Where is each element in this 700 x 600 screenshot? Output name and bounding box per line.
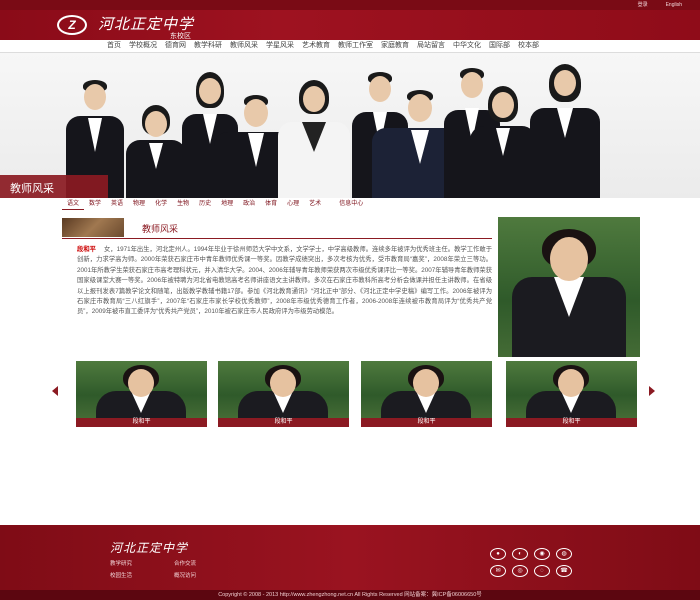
teacher-bio-text: 女，1971年出生，河北定州人。1994年毕业于徐州师范大学中文系，文学学士，中…	[77, 246, 492, 316]
phone-icon[interactable]: ☎	[556, 565, 572, 577]
school-logo[interactable]: Z	[57, 15, 87, 35]
logo-mark: Z	[68, 18, 76, 32]
gallery-photo	[361, 361, 492, 418]
english-link[interactable]: English	[666, 0, 682, 10]
tab-chinese[interactable]: 语文	[62, 199, 85, 210]
gallery-caption: 段和平	[76, 418, 207, 427]
gallery-photo	[506, 361, 637, 418]
nav-item-students[interactable]: 学星风采	[262, 40, 298, 52]
footer-links: 教学研究 合作交流 校园生活 概况访问	[110, 559, 238, 579]
tab-psychology[interactable]: 心理	[282, 199, 304, 210]
teacher-portrait	[498, 217, 640, 357]
nav-item-home[interactable]: 首页	[103, 40, 125, 52]
nav-item-main-campus[interactable]: 校本部	[514, 40, 543, 52]
nav-item-message[interactable]: 局站留言	[413, 40, 449, 52]
nav-item-overview[interactable]: 学校概况	[125, 40, 161, 52]
teachers-banner: 教师风采	[0, 53, 700, 198]
subject-tabs: 语文 数学 英语 物理 化学 生物 历史 地理 政治 体育 心理 艺术 信息中心	[62, 199, 622, 210]
rss-icon[interactable]: ◌	[534, 565, 550, 577]
weibo-alt-icon[interactable]: ◍	[556, 548, 572, 560]
banner-title: 教师风采	[0, 175, 108, 198]
gallery-item[interactable]: 段和平	[506, 361, 637, 427]
wechat-icon[interactable]: ◐	[512, 548, 528, 560]
gallery-item[interactable]: 段和平	[361, 361, 492, 427]
teacher-bio: 段和平 女，1971年出生，河北定州人。1994年毕业于徐州师范大学中文系，文学学…	[77, 245, 492, 318]
nav-item-research[interactable]: 教学科研	[190, 40, 226, 52]
footer-link-campus-life[interactable]: 校园生活	[110, 571, 174, 579]
teacher-name[interactable]: 段和平	[77, 246, 96, 253]
section-header: 教师风采	[62, 216, 492, 239]
footer-link-cooperation[interactable]: 合作交流	[174, 559, 238, 567]
tab-history[interactable]: 历史	[194, 199, 216, 210]
nav-item-international[interactable]: 国际部	[485, 40, 514, 52]
footer-logo: 河北正定中学	[110, 541, 189, 555]
banner-teacher	[126, 103, 186, 198]
gallery-photo	[76, 361, 207, 418]
main-nav: 首页 学校概况 德育网 教学科研 教师风采 学星风采 艺术教育 教师工作室 家庭…	[0, 40, 700, 53]
tab-info-center[interactable]: 信息中心	[334, 199, 368, 210]
nav-item-teachers[interactable]: 教师风采	[226, 40, 262, 52]
tab-biology[interactable]: 生物	[172, 199, 194, 210]
footer-link-visit[interactable]: 概况访问	[174, 571, 238, 579]
copyright-bar: Copyright © 2008 - 2013 http://www.zheng…	[0, 590, 700, 600]
share-icon[interactable]: ◎	[512, 565, 528, 577]
nav-item-art[interactable]: 艺术教育	[298, 40, 334, 52]
gallery-item[interactable]: 段和平	[218, 361, 349, 427]
login-link[interactable]: 登录	[638, 0, 648, 10]
gallery-prev-arrow[interactable]	[52, 386, 58, 396]
tab-physics[interactable]: 物理	[128, 199, 150, 210]
banner-teacher	[530, 64, 600, 198]
mail-icon[interactable]: ✉	[490, 565, 506, 577]
top-links: 登录 English	[638, 0, 682, 10]
tab-english[interactable]: 英语	[106, 199, 128, 210]
section-title: 教师风采	[142, 224, 179, 234]
gallery-caption: 段和平	[506, 418, 637, 427]
gallery-next-arrow[interactable]	[649, 386, 655, 396]
nav-item-family[interactable]: 家庭教育	[377, 40, 413, 52]
gallery-caption: 段和平	[218, 418, 349, 427]
section-header-image	[62, 218, 124, 237]
tab-math[interactable]: 数学	[84, 199, 106, 210]
gallery-caption: 段和平	[361, 418, 492, 427]
footer-link-research[interactable]: 教学研究	[110, 559, 174, 567]
tab-politics[interactable]: 政治	[238, 199, 260, 210]
banner-teacher	[278, 80, 350, 198]
tab-pe[interactable]: 体育	[260, 199, 282, 210]
nav-item-moral[interactable]: 德育网	[161, 40, 190, 52]
gallery-photo	[218, 361, 349, 418]
banner-teacher	[470, 86, 536, 198]
qq-icon[interactable]: ◉	[534, 548, 550, 560]
nav-item-studio[interactable]: 教师工作室	[334, 40, 377, 52]
teacher-profile-section: 教师风采 段和平 女，1971年出生，河北定州人。1994年毕业于徐州师范大学中文…	[62, 216, 492, 315]
nav-item-culture[interactable]: 中华文化	[449, 40, 485, 52]
tab-geography[interactable]: 地理	[216, 199, 238, 210]
weibo-icon[interactable]: ●	[490, 548, 506, 560]
site-header: Z 河北正定中学 东校区	[0, 10, 700, 40]
tab-chemistry[interactable]: 化学	[150, 199, 172, 210]
gallery-item[interactable]: 段和平	[76, 361, 207, 427]
tab-art[interactable]: 艺术	[304, 199, 326, 210]
top-bar: 登录 English	[0, 0, 700, 10]
site-footer: 河北正定中学 教学研究 合作交流 校园生活 概况访问 ● ◐ ◉ ◍ ✉ ◎ ◌…	[0, 525, 700, 590]
social-icons: ● ◐ ◉ ◍ ✉ ◎ ◌ ☎	[490, 548, 578, 577]
